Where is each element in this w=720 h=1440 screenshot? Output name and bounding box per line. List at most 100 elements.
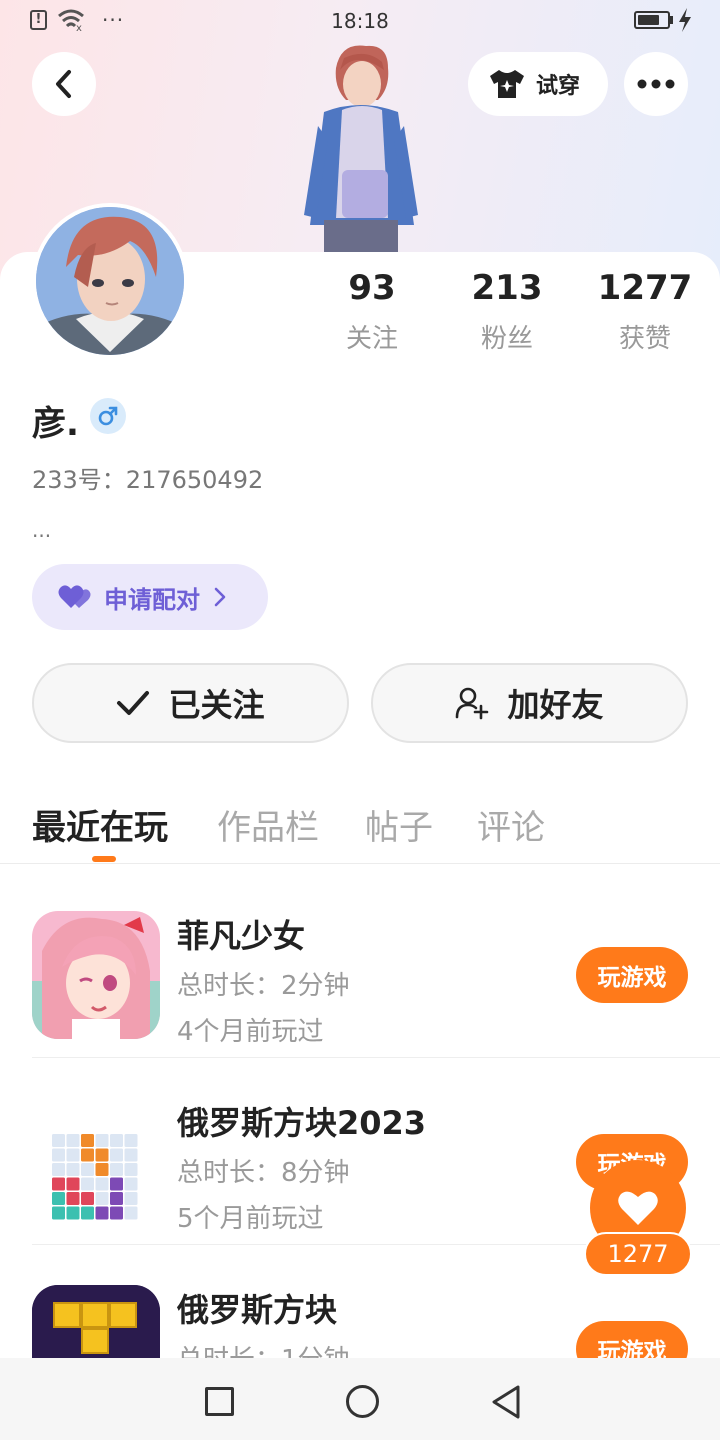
tetris-cell	[124, 1206, 138, 1220]
tab-recently-played[interactable]: 最近在玩	[32, 800, 168, 849]
tetris-cell	[124, 1134, 138, 1147]
tetris-cell	[81, 1148, 94, 1162]
following-button[interactable]: 已关注	[32, 663, 349, 743]
game-duration: 总时长：8分钟	[177, 1158, 350, 1188]
tetris-cell	[110, 1134, 123, 1147]
avatar-3d-figure	[304, 45, 418, 255]
try-on-label: 试穿	[536, 74, 581, 99]
tetris-cell	[110, 1192, 123, 1205]
try-on-button[interactable]: 试穿	[468, 52, 608, 116]
status-bar: ! x ··· 18:18	[0, 0, 720, 42]
battery-cap	[670, 16, 673, 24]
bio: ...	[32, 518, 52, 542]
gender-male-icon	[90, 398, 126, 434]
tetris-cell	[95, 1134, 109, 1147]
tetris-cell	[81, 1192, 94, 1205]
user-id: 233号：217650492	[32, 466, 264, 494]
recents-button[interactable]	[205, 1387, 234, 1416]
checkmark-icon	[117, 691, 150, 715]
tetris-cell	[52, 1134, 65, 1147]
like-count[interactable]: 1277	[584, 1232, 692, 1276]
tab-works[interactable]: 作品栏	[217, 800, 319, 849]
game-duration: 总时长：2分钟	[177, 971, 350, 1001]
more-dots-icon	[637, 79, 675, 89]
tetris-cell	[124, 1148, 138, 1162]
avatar-portrait	[36, 207, 184, 355]
status-more-dots: ···	[102, 8, 125, 32]
tetris-cell	[81, 1163, 94, 1176]
tetris-cell	[81, 1177, 94, 1191]
tetris-grid-icon	[52, 1134, 138, 1220]
game-icon-tetris-2023	[32, 1098, 160, 1226]
tetris-cell	[110, 1177, 123, 1191]
system-nav-bar	[0, 1358, 720, 1440]
nav-back-button[interactable]	[490, 1384, 522, 1420]
add-friend-button[interactable]: 加好友	[371, 663, 688, 743]
tetris-cell	[52, 1148, 65, 1162]
game-title: 俄罗斯方块2023	[177, 1104, 427, 1142]
battery-icon	[634, 11, 670, 29]
game-row[interactable]: 菲凡少女 总时长：2分钟 4个月前玩过 玩游戏	[32, 871, 720, 1058]
alert-icon: !	[30, 10, 47, 30]
stat-following-label: 关注	[345, 324, 398, 354]
chevron-left-icon	[56, 70, 71, 98]
avatar[interactable]	[32, 203, 188, 359]
tetris-cell	[52, 1206, 65, 1220]
request-match-label: 申请配对	[104, 585, 200, 614]
add-friend-label: 加好友	[507, 686, 604, 724]
tetris-cell	[66, 1148, 80, 1162]
request-match-button[interactable]: 申请配对	[32, 564, 268, 630]
stat-likes-value: 1277	[597, 268, 693, 308]
tetris-cell	[95, 1163, 109, 1176]
stat-followers-label: 粉丝	[480, 324, 533, 354]
tetris-cell	[124, 1177, 138, 1191]
heart-icon	[618, 1191, 658, 1225]
stat-likes-label: 获赞	[618, 324, 671, 354]
stat-followers[interactable]: 213 粉丝	[462, 268, 552, 355]
tetris-cell	[110, 1206, 123, 1220]
tetris-cell	[66, 1192, 80, 1205]
tetris-cell	[52, 1192, 65, 1205]
tetris-cell	[95, 1206, 109, 1220]
tetris-cell	[66, 1177, 80, 1191]
game-icon-feifan	[32, 911, 160, 1039]
stat-followers-value: 213	[471, 268, 543, 308]
chevron-right-icon	[214, 587, 226, 607]
tetris-cell	[81, 1206, 94, 1220]
tetris-cell	[95, 1192, 109, 1205]
tetris-cell	[52, 1177, 65, 1191]
male-symbol-icon	[98, 406, 118, 426]
tetris-cell	[66, 1163, 80, 1176]
following-label: 已关注	[168, 686, 265, 724]
game-title: 俄罗斯方块	[177, 1291, 338, 1329]
tshirt-icon	[490, 70, 524, 98]
battery-level	[638, 15, 659, 25]
add-user-icon	[456, 687, 489, 720]
stat-following-value: 93	[348, 268, 396, 308]
tab-posts[interactable]: 帖子	[365, 800, 433, 849]
wifi-icon: x	[58, 9, 84, 32]
double-heart-icon	[58, 585, 91, 608]
game-last-played: 4个月前玩过	[177, 1017, 324, 1047]
tetris-cell	[124, 1163, 138, 1176]
home-button[interactable]	[346, 1385, 379, 1418]
tetris-cell	[110, 1148, 123, 1162]
tab-active-indicator	[92, 856, 116, 862]
tetris-cell	[81, 1134, 94, 1147]
tetris-cell	[95, 1148, 109, 1162]
game-title: 菲凡少女	[177, 917, 306, 955]
tetris-cell	[66, 1206, 80, 1220]
play-game-button[interactable]: 玩游戏	[576, 947, 688, 1003]
tetris-cell	[110, 1163, 123, 1176]
profile-tabs: 最近在玩 作品栏 帖子 评论	[0, 796, 720, 864]
back-button[interactable]	[32, 52, 96, 116]
tetris-cell	[95, 1177, 109, 1191]
stat-likes[interactable]: 1277 获赞	[592, 268, 698, 355]
svg-text:x: x	[76, 23, 82, 32]
username: 彦.	[32, 404, 79, 444]
charging-bolt-icon	[679, 8, 691, 32]
tab-comments[interactable]: 评论	[477, 800, 545, 849]
stat-following[interactable]: 93 关注	[332, 268, 412, 355]
more-button[interactable]	[624, 52, 688, 116]
clock: 18:18	[331, 9, 389, 33]
